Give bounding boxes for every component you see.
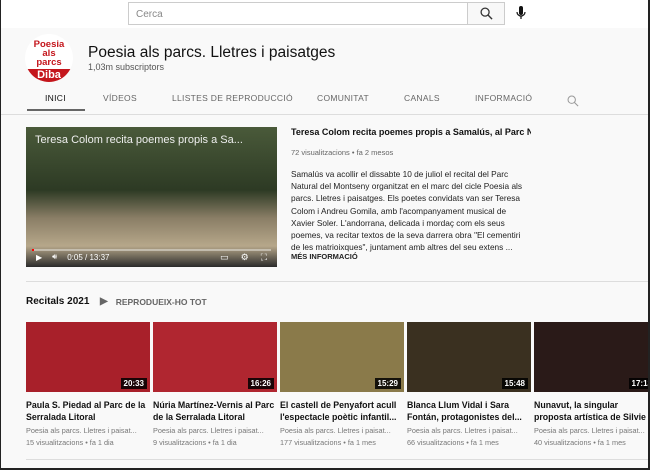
video-meta: 66 visualitzacions • fa 1 mes — [407, 438, 499, 447]
video-card[interactable]: 20:33 Paula S. Piedad al Parc de la Serr… — [26, 322, 150, 449]
play-all-button[interactable]: ▶ REPRODUEIX-HO TOT — [100, 296, 207, 307]
video-thumbnail[interactable]: 17:13 — [534, 322, 648, 392]
video-meta: 40 visualitzacions • fa 1 mes — [534, 438, 626, 447]
voice-search-button[interactable] — [513, 5, 529, 23]
tab-about[interactable]: INFORMACIÓ — [475, 93, 532, 111]
section-title[interactable]: Recitals 2021 — [26, 296, 89, 307]
video-card[interactable]: 16:26 Núria Martínez-Vernis al Parc de l… — [153, 322, 277, 449]
duration-badge: 17:13 — [628, 378, 648, 389]
featured-video-player[interactable]: Teresa Colom recita poemes propis a Sa..… — [26, 127, 277, 267]
player-title: Teresa Colom recita poemes propis a Sa..… — [35, 134, 243, 146]
video-meta: 177 visualitzacions • fa 1 mes — [280, 438, 376, 447]
channel-search-icon[interactable] — [567, 92, 579, 110]
subscriber-count: 1,03m subscriptors — [88, 62, 165, 72]
subtitles-icon[interactable]: ▭ — [220, 252, 229, 263]
channel-avatar[interactable]: Poesia als parcs Diba — [25, 34, 73, 82]
progress-bar[interactable] — [32, 249, 271, 251]
video-card[interactable]: 15:29 El castell de Penyafort acull l'es… — [280, 322, 404, 449]
video-channel[interactable]: Poesia als parcs. Lletres i paisat... — [153, 425, 277, 437]
youtube-channel-page: Cerca Poesia als parcs Diba Poesia als par… — [1, 0, 648, 468]
divider — [26, 459, 648, 460]
microphone-icon — [516, 6, 526, 19]
play-icon[interactable]: ▶ — [36, 253, 42, 262]
play-icon: ▶ — [100, 296, 108, 307]
featured-video-description: Samalús va acollir el dissabte 10 de jul… — [291, 169, 523, 253]
video-card[interactable]: 15:48 Blanca Llum Vidal i Sara Fontán, p… — [407, 322, 531, 449]
top-bar: Cerca — [1, 0, 648, 28]
video-title[interactable]: Nunavut, la singular proposta artística … — [534, 399, 648, 423]
settings-icon[interactable]: ⚙ — [241, 252, 249, 263]
duration-badge: 15:29 — [374, 378, 401, 389]
active-tab-underline — [27, 109, 85, 111]
tab-playlists[interactable]: LLISTES DE REPRODUCCIÓ — [172, 93, 293, 111]
play-all-label: REPRODUEIX-HO TOT — [115, 296, 207, 307]
featured-video-title[interactable]: Teresa Colom recita poemes propis a Sama… — [291, 127, 531, 137]
channel-name: Poesia als parcs. Lletres i paisatges — [88, 44, 336, 61]
video-title[interactable]: Núria Martínez-Vernis al Parc de la Serr… — [153, 399, 277, 423]
video-thumbnail[interactable]: 20:33 — [26, 322, 150, 392]
video-channel[interactable]: Poesia als parcs. Lletres i paisat... — [26, 425, 150, 437]
video-title[interactable]: Blanca Llum Vidal i Sara Fontán, protago… — [407, 399, 531, 423]
duration-badge: 16:26 — [247, 378, 274, 389]
divider — [1, 114, 648, 115]
logo-text: Poesia als parcs — [33, 39, 65, 68]
logo-diba: Diba — [25, 69, 73, 82]
featured-video-meta: 72 visualitzacions • fa 2 mesos — [291, 148, 394, 157]
duration-badge: 15:48 — [501, 378, 528, 389]
video-channel[interactable]: Poesia als parcs. Lletres i paisat... — [534, 425, 648, 437]
video-thumbnail[interactable]: 15:48 — [407, 322, 531, 392]
video-meta: 15 visualitzacions • fa 1 dia — [26, 438, 114, 447]
video-thumbnail[interactable]: 15:29 — [280, 322, 404, 392]
tab-channels[interactable]: CANALS — [404, 93, 440, 111]
tab-videos[interactable]: VÍDEOS — [103, 93, 137, 111]
time-display: 0:05 / 13:37 — [67, 252, 110, 262]
video-title[interactable]: Paula S. Piedad al Parc de la Serralada … — [26, 399, 150, 423]
search-input[interactable]: Cerca — [128, 2, 468, 25]
tab-community[interactable]: COMUNITAT — [317, 93, 369, 111]
video-card[interactable]: 17:13 Nunavut, la singular proposta artí… — [534, 322, 648, 449]
search-button[interactable] — [467, 2, 505, 25]
more-info-link[interactable]: MÉS INFORMACIÓ — [291, 252, 358, 261]
video-thumbnail[interactable]: 16:26 — [153, 322, 277, 392]
divider — [26, 281, 648, 282]
volume-icon[interactable]: 🔊︎ — [52, 252, 57, 262]
video-channel[interactable]: Poesia als parcs. Lletres i paisat... — [280, 425, 404, 437]
fullscreen-icon[interactable]: ⛶ — [261, 252, 267, 263]
video-title[interactable]: El castell de Penyafort acull l'espectac… — [280, 399, 404, 423]
search-icon — [479, 7, 493, 20]
duration-badge: 20:33 — [120, 378, 147, 389]
video-channel[interactable]: Poesia als parcs. Lletres i paisat... — [407, 425, 531, 437]
video-meta: 9 visualitzacions • fa 1 dia — [153, 438, 237, 447]
